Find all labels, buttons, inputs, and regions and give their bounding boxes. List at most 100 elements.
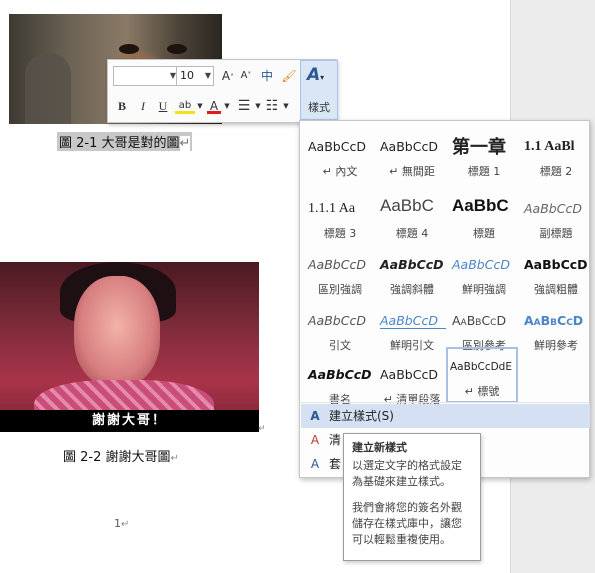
grow-font-button[interactable]: A˄ <box>220 66 236 86</box>
style-name: ↵ 無間距 <box>389 165 435 178</box>
create-style-menu-item[interactable]: A 建立樣式(S) <box>301 404 590 428</box>
style-tile-intense-reference[interactable]: AaBbCcD 鮮明參考 <box>520 301 592 361</box>
styles-gallery: AaBbCcD ↵ 內文 AaBbCcD ↵ 無間距 第一章 標題 1 1.1 … <box>299 120 590 478</box>
style-preview: AaBbCcD <box>308 257 366 272</box>
style-preview: 1.1 AaBl <box>524 139 575 154</box>
page-number: 1↵ <box>114 517 129 530</box>
chevron-down-icon: ▼ <box>197 102 203 110</box>
style-preview: AaBbCcD <box>524 257 588 272</box>
chevron-down-icon: ▼ <box>204 71 211 80</box>
bullets-button[interactable]: ☰ <box>236 96 252 116</box>
numbering-button[interactable]: ☷ <box>264 96 280 116</box>
highlight-color-swatch <box>175 111 195 114</box>
style-name: 強調粗體 <box>534 283 578 296</box>
style-name: 區別強調 <box>318 283 362 296</box>
menu-item-label: 清 <box>329 433 342 447</box>
style-tile-heading-3[interactable]: 1.1.1 Aa 標題 3 <box>304 189 376 249</box>
style-name: 標題 2 <box>539 165 573 178</box>
italic-button[interactable]: I <box>135 96 151 116</box>
phonetic-guide-button[interactable]: 中 <box>258 66 276 86</box>
bold-icon: B <box>117 99 126 113</box>
grow-font-icon: A <box>221 69 231 83</box>
page-number-value: 1 <box>114 517 121 530</box>
phonetic-guide-icon: 中 <box>260 69 273 83</box>
style-preview: AaBbC <box>452 196 509 215</box>
highlighter-icon: ab <box>178 100 192 111</box>
style-name: 鮮明參考 <box>534 339 578 352</box>
style-tile-intense-emphasis[interactable]: AaBbCcD 鮮明強調 <box>448 245 520 305</box>
eraser-icon: A <box>310 433 320 447</box>
style-preview: AaBbCcD <box>308 313 366 328</box>
style-tile-strong[interactable]: AaBbCcD 強調粗體 <box>520 245 592 305</box>
style-name: 強調斜體 <box>390 283 434 296</box>
italic-icon: I <box>141 99 145 113</box>
style-preview: AaBbC <box>380 196 434 215</box>
tooltip-text: 以選定文字的格式設定為基礎來建立樣式。 <box>352 459 462 488</box>
style-tile-intense-quote[interactable]: AaBbCcD 鮮明引文 <box>376 301 448 361</box>
style-preview: AaBbCcDdE <box>450 361 512 373</box>
image-detail <box>25 54 71 124</box>
menu-item-label: 套 <box>329 457 342 471</box>
styles-button[interactable]: A▾ 樣式 <box>300 60 338 120</box>
style-tile-heading-1[interactable]: 第一章 標題 1 <box>448 127 520 187</box>
style-tile-title[interactable]: AaBbC 標題 <box>448 189 520 249</box>
paragraph-mark: ↵ <box>179 136 191 151</box>
shrink-font-button[interactable]: A˅ <box>238 66 254 86</box>
style-name: ↵ 標號 <box>464 385 500 398</box>
style-preview: AaBbCcD <box>380 139 438 154</box>
style-preview: AaBbCcD <box>524 201 582 216</box>
caption-figure-2-1[interactable]: 圖 2-1 大哥是對的圖↵ <box>57 132 193 151</box>
style-preview: AaBbCcD <box>524 313 584 328</box>
paragraph-mark: ↵ <box>121 519 130 530</box>
style-tile-emphasis[interactable]: AaBbCcD 強調斜體 <box>376 245 448 305</box>
style-preview: AaBbCcD <box>380 313 446 329</box>
style-name: 引文 <box>329 339 351 352</box>
image-detail <box>74 276 160 386</box>
paragraph-mark: ↵ <box>258 424 266 434</box>
caption-figure-2-2[interactable]: 圖 2-2 謝謝大哥圖↵ <box>63 446 179 465</box>
caption-label: 圖 2-2 <box>63 450 102 465</box>
style-preview: AaBbCcD <box>308 139 366 154</box>
style-tile-heading-2[interactable]: 1.1 AaBl 標題 2 <box>520 127 592 187</box>
chevron-down-icon: ▼ <box>283 102 289 110</box>
numbering-dropdown[interactable]: ▼ <box>282 96 290 116</box>
style-preview: AaBbCcD <box>380 257 444 272</box>
font-color-swatch <box>207 111 221 114</box>
style-preview: AaBbCcD <box>380 367 438 382</box>
styles-button-label: 樣式 <box>308 101 330 114</box>
style-name: 標題 1 <box>467 165 501 178</box>
font-color-dropdown[interactable]: ▼ <box>223 96 231 116</box>
paragraph-mark: ↵ <box>170 453 179 464</box>
chevron-down-icon: ▼ <box>224 102 230 110</box>
style-name: 標題 4 <box>395 227 429 240</box>
style-tile-quote[interactable]: AaBbCcD 引文 <box>304 301 376 361</box>
style-tile-normal[interactable]: AaBbCcD ↵ 內文 <box>304 127 376 187</box>
style-preview: AaBbCcD <box>308 367 372 382</box>
create-style-icon: A <box>310 409 320 423</box>
image-detail <box>167 44 187 54</box>
tooltip-title: 建立新樣式 <box>352 441 407 454</box>
menu-separator <box>301 402 590 403</box>
style-tile-subtle-emphasis[interactable]: AaBbCcD 區別強調 <box>304 245 376 305</box>
font-size-dropdown[interactable]: 10 ▼ <box>176 66 214 86</box>
font-name-dropdown[interactable]: ▼ <box>113 66 179 86</box>
style-name: ↵ 內文 <box>322 165 358 178</box>
bullet-list-icon: ☰ <box>237 98 251 114</box>
bullets-dropdown[interactable]: ▼ <box>254 96 262 116</box>
caption-label: 圖 2-1 <box>59 136 98 151</box>
brush-icon: 🖌 <box>281 69 297 83</box>
create-style-tooltip: 建立新樣式 以選定文字的格式設定為基礎來建立樣式。 我們會將您的簽名外觀儲存在樣… <box>343 433 481 561</box>
style-tile-subtitle[interactable]: AaBbCcD 副標題 <box>520 189 592 249</box>
underline-button[interactable]: U <box>155 96 171 116</box>
style-preview: 1.1.1 Aa <box>308 201 356 216</box>
style-name: 標題 3 <box>323 227 357 240</box>
format-painter-button[interactable]: 🖌 <box>280 66 298 86</box>
style-tile-no-spacing[interactable]: AaBbCcD ↵ 無間距 <box>376 127 448 187</box>
style-tile-caption[interactable]: AaBbCcDdE ↵ 標號 <box>446 347 518 403</box>
style-tile-heading-4[interactable]: AaBbC 標題 4 <box>376 189 448 249</box>
highlight-dropdown[interactable]: ▼ <box>196 96 204 116</box>
bold-button[interactable]: B <box>114 96 130 116</box>
font-color-button[interactable]: A <box>206 96 222 116</box>
image-figure-2-2[interactable]: 謝謝大哥！ <box>0 262 259 432</box>
highlight-button[interactable]: ab <box>174 96 196 116</box>
